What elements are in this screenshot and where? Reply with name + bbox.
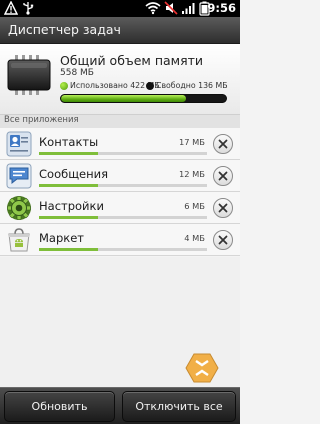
- memory-usage-fill: [61, 95, 186, 102]
- page-title: Диспетчер задач: [8, 22, 121, 37]
- memory-total: 558 МБ: [60, 68, 94, 78]
- section-header-label: Все приложения: [4, 115, 79, 125]
- app-size: 17 МБ: [178, 137, 205, 147]
- messages-icon: [6, 163, 32, 189]
- status-bar: 9:56: [0, 0, 240, 17]
- app-size: 6 МБ: [184, 201, 205, 211]
- warning-icon: [4, 1, 18, 15]
- app-memory-fill: [39, 184, 98, 187]
- contacts-icon: [6, 131, 32, 157]
- app-row-settings[interactable]: Настройки 6 МБ: [0, 192, 240, 224]
- app-memory-bar: [39, 152, 207, 155]
- status-clock: 9:56: [207, 1, 236, 15]
- app-row-market[interactable]: Маркет 4 МБ: [0, 224, 240, 256]
- close-icon: [218, 171, 228, 181]
- app-memory-fill: [39, 152, 98, 155]
- wifi-icon: [145, 2, 161, 15]
- market-icon: [8, 228, 30, 252]
- signal-icon: [182, 3, 195, 14]
- section-header: Все приложения: [0, 115, 240, 128]
- close-app-button[interactable]: [213, 198, 233, 218]
- close-app-button[interactable]: [213, 166, 233, 186]
- used-legend-dot: [60, 82, 68, 90]
- app-memory-bar: [39, 184, 207, 187]
- app-memory-bar: [39, 248, 207, 251]
- usb-icon: [23, 2, 34, 15]
- hexagon-watermark-icon: [185, 353, 219, 383]
- memory-chip-icon: [7, 55, 51, 95]
- app-name: Контакты: [39, 135, 99, 149]
- app-size: 12 МБ: [178, 169, 205, 179]
- app-memory-fill: [39, 216, 98, 219]
- app-memory-bar: [39, 216, 207, 219]
- close-icon: [218, 235, 228, 245]
- kill-all-button[interactable]: Отключить все: [122, 391, 236, 422]
- close-icon: [218, 203, 228, 213]
- close-app-button[interactable]: [213, 134, 233, 154]
- app-name: Маркет: [39, 231, 84, 245]
- mute-icon: [164, 1, 178, 15]
- app-name: Сообщения: [39, 167, 109, 181]
- settings-gear-icon: [7, 196, 31, 220]
- title-bar: Диспетчер задач: [0, 17, 240, 44]
- app-row-messages[interactable]: Сообщения 12 МБ: [0, 160, 240, 192]
- app-name: Настройки: [39, 199, 104, 213]
- memory-title: Общий объем памяти: [60, 53, 204, 68]
- memory-panel: Общий объем памяти 558 МБ Использовано 4…: [0, 44, 240, 115]
- free-memory-label: Свободно 136 МБ: [156, 81, 228, 90]
- free-legend-dot: [146, 82, 154, 90]
- close-icon: [218, 139, 228, 149]
- close-app-button[interactable]: [213, 230, 233, 250]
- app-memory-fill: [39, 248, 98, 251]
- app-size: 4 МБ: [184, 233, 205, 243]
- bottom-action-bar: Обновить Отключить все: [0, 387, 240, 424]
- refresh-button[interactable]: Обновить: [4, 391, 115, 422]
- memory-usage-bar: [60, 94, 227, 103]
- app-row-contacts[interactable]: Контакты 17 МБ: [0, 128, 240, 160]
